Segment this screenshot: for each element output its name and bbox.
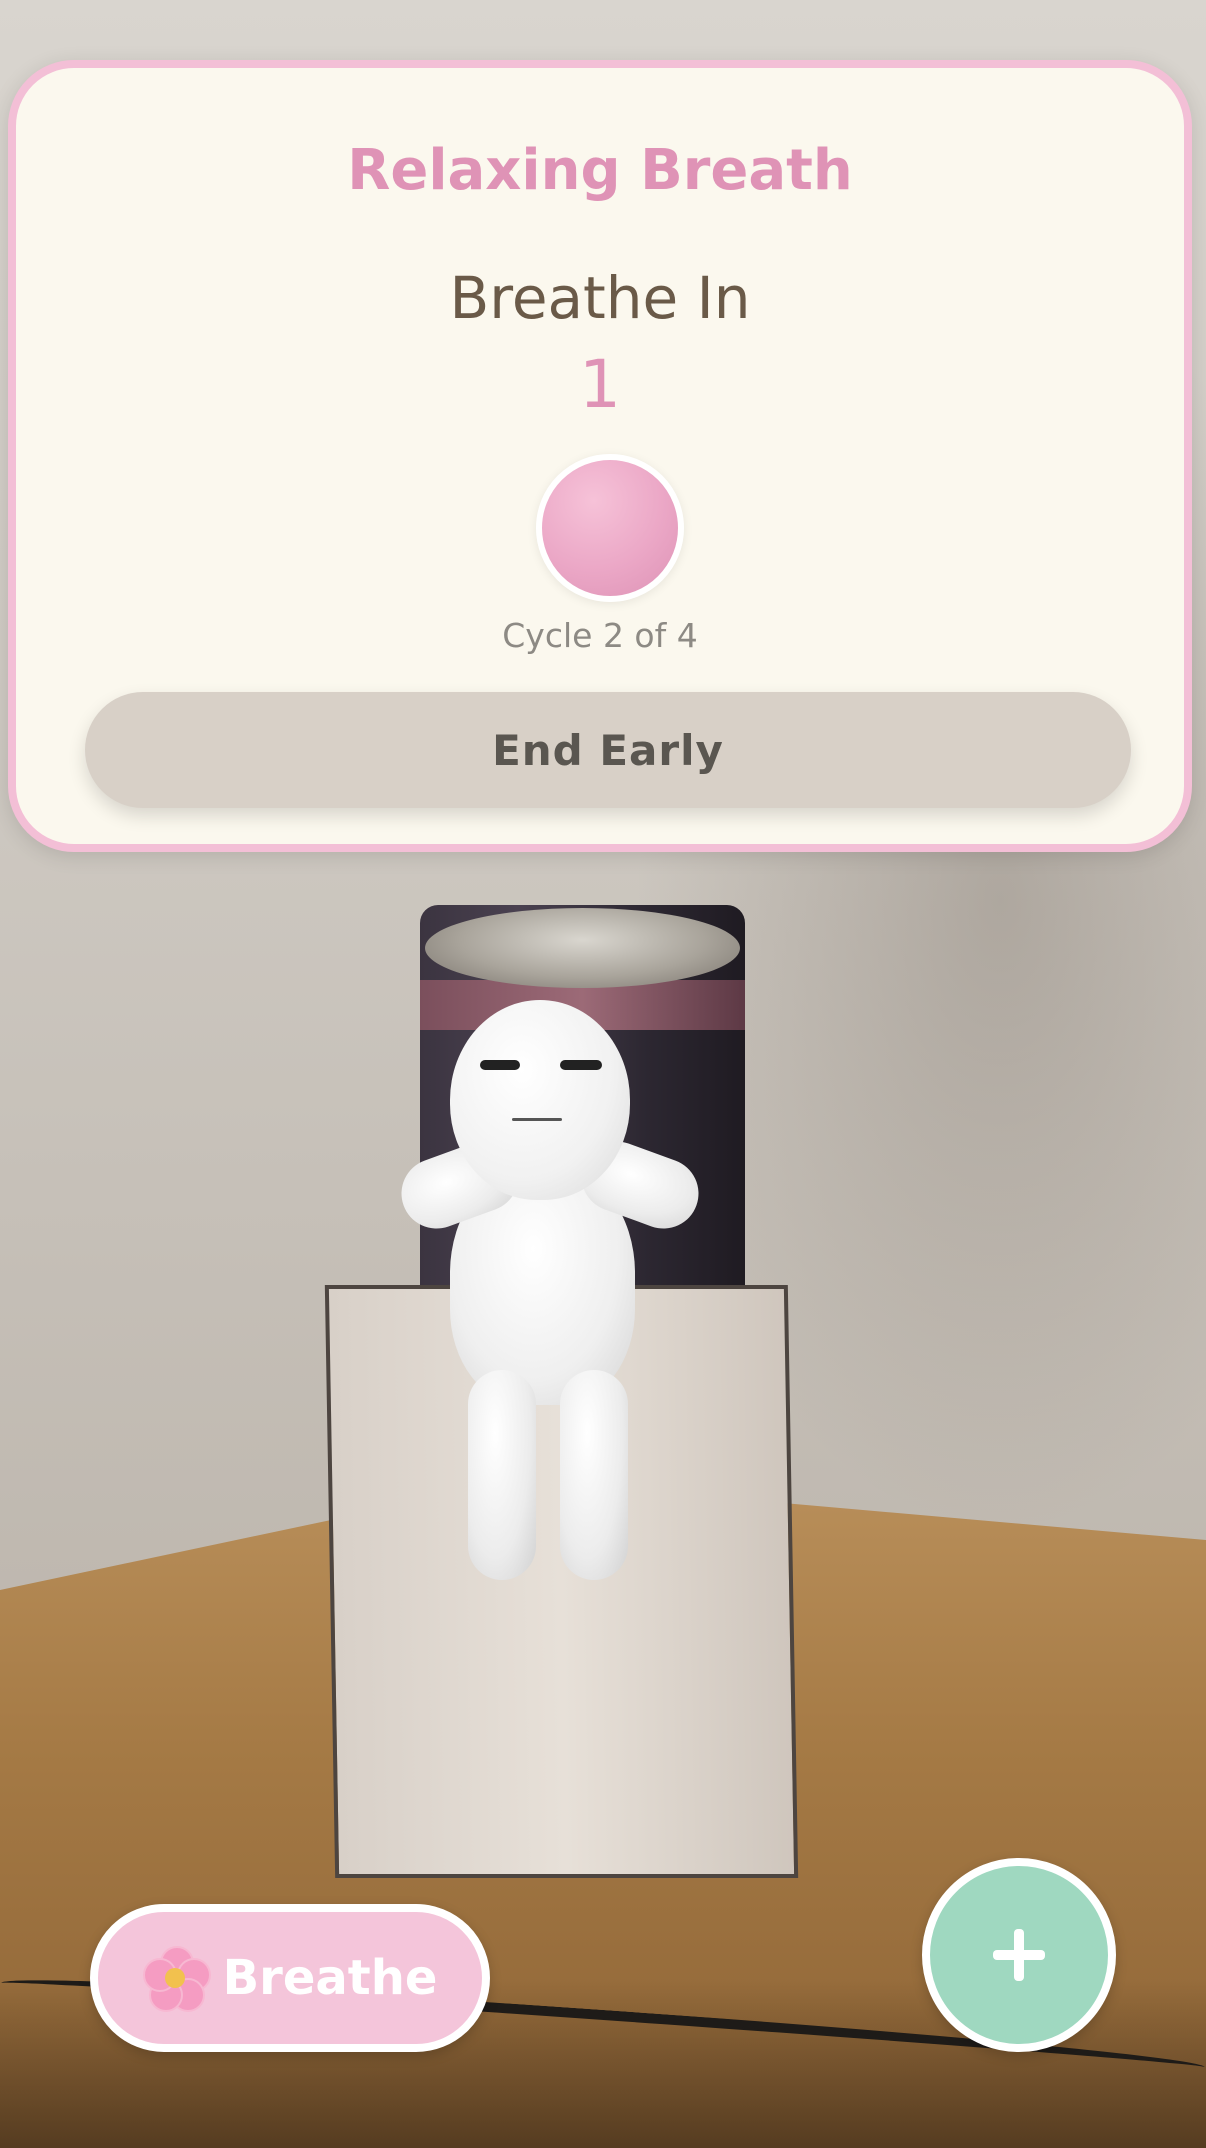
breath-orb-indicator [536,454,684,602]
ar-character-right-leg [560,1370,628,1580]
ar-character-left-leg [468,1370,536,1580]
ar-character-left-brow [480,1060,520,1070]
ar-character-head [450,1000,630,1200]
add-button[interactable] [922,1858,1116,2052]
breathing-session-card: Relaxing Breath Breathe In 1 Cycle 2 of … [8,60,1192,852]
cherry-blossom-icon [142,1946,211,2012]
breathe-button-label: Breathe [222,1950,438,2006]
session-title: Relaxing Breath [347,138,853,203]
drink-can-lid [425,908,740,988]
breath-counter: 1 [579,346,621,423]
ar-character-mouth [512,1118,562,1121]
plus-icon [993,1929,1045,1981]
cycle-progress-text: Cycle 2 of 4 [502,616,698,655]
breath-phase-label: Breathe In [449,264,751,332]
end-early-button[interactable]: End Early [85,692,1131,808]
breathe-button[interactable]: Breathe [90,1904,490,2052]
ar-character-right-brow [560,1060,602,1070]
